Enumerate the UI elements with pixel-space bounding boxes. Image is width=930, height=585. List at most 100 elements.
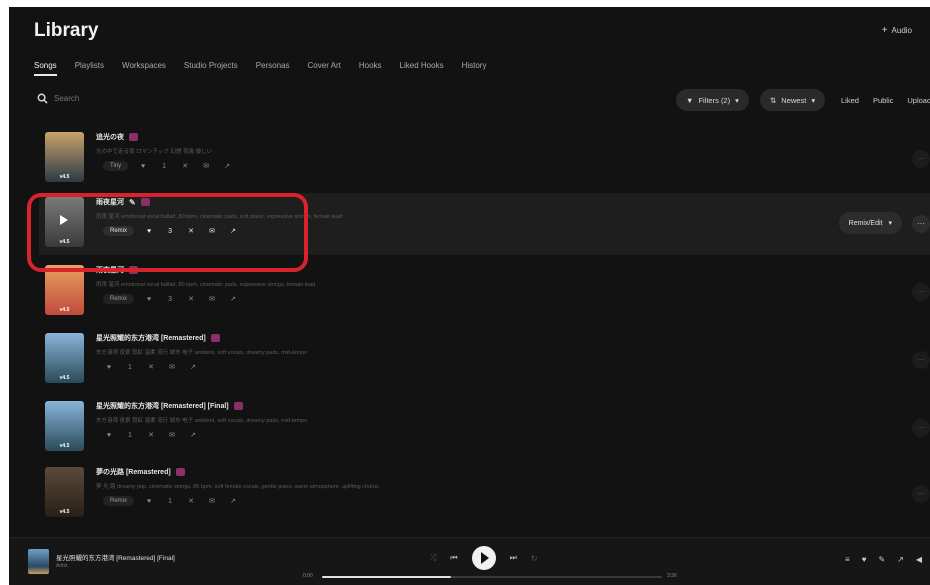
song-row[interactable]: v4.5 雨夜星河 ✎ 雨夜 星河 emotional vocal ballad… — [39, 193, 930, 255]
song-title[interactable]: 雨夜星河 — [96, 265, 138, 275]
more-options-icon[interactable]: ⋯ — [912, 215, 930, 233]
song-badge — [129, 266, 138, 274]
dislike-icon[interactable]: ✕ — [179, 161, 191, 171]
volume-icon[interactable]: ◀ — [916, 555, 922, 564]
remix-edit-button[interactable]: Remix/Edit ▾ — [838, 212, 902, 234]
version-label: v4.5 — [59, 443, 70, 449]
tab-playlists[interactable]: Playlists — [75, 59, 104, 76]
like-icon[interactable]: ♥ — [143, 496, 155, 506]
playback-controls: ⤮ ⏮ ⏭ ↻ — [430, 546, 538, 570]
dislike-icon[interactable]: ✕ — [185, 294, 197, 304]
remix-edit-label: Remix/Edit — [848, 219, 883, 227]
now-playing-artist[interactable]: Artist — [56, 563, 67, 569]
share-icon[interactable]: ↗ — [897, 555, 904, 564]
comment-icon[interactable]: ✉ — [166, 430, 178, 440]
comment-icon[interactable]: ✉ — [200, 161, 212, 171]
like-icon[interactable]: ♥ — [137, 161, 149, 171]
song-row[interactable]: v4.5 星光照耀的东方港湾 [Remastered] [Final] 东方港湾… — [39, 397, 930, 459]
like-icon[interactable]: ♥ — [143, 226, 155, 236]
song-title[interactable]: 追光の夜 — [96, 132, 138, 142]
song-cover[interactable]: v4.5 — [45, 197, 84, 247]
more-options-icon[interactable]: ⋯ — [912, 351, 930, 369]
more-options-icon[interactable]: ⋯ — [912, 283, 930, 301]
tab-workspaces[interactable]: Workspaces — [122, 59, 166, 76]
share-icon[interactable]: ↗ — [187, 430, 199, 440]
tab-songs[interactable]: Songs — [34, 59, 57, 76]
comment-icon[interactable]: ✉ — [206, 496, 218, 506]
song-row[interactable]: v4.5 雨夜星河 雨夜 星河 emotional vocal ballad, … — [39, 261, 930, 323]
like-icon[interactable]: ♥ — [103, 430, 115, 440]
comment-icon[interactable]: ✎ — [878, 555, 885, 564]
song-description: 东方港湾 夜景 霓虹 温柔 流行 城市 电子 ambient, soft voc… — [96, 418, 308, 424]
song-row[interactable]: v4.5 追光の夜 光の中で走る夜 ロマンチック 幻想 夜風 優しい Tiny … — [39, 128, 930, 190]
song-title[interactable]: 夢の光路 [Remastered] — [96, 467, 185, 477]
tab-personas[interactable]: Personas — [256, 59, 290, 76]
link-public[interactable]: Public — [873, 96, 893, 105]
song-title[interactable]: 星光照耀的东方港湾 [Remastered] [Final] — [96, 401, 243, 411]
share-icon[interactable]: ↗ — [227, 496, 239, 506]
remix-chip[interactable]: Remix — [103, 226, 135, 236]
comment-icon[interactable]: ✉ — [166, 362, 178, 372]
remix-chip[interactable]: Remix — [103, 496, 135, 506]
link-uploads[interactable]: Uploads — [907, 96, 930, 105]
song-cover[interactable]: v4.5 — [45, 265, 84, 315]
song-actions: Remix ♥ 3 ✕ ✉ ↗ — [103, 226, 239, 236]
share-icon[interactable]: ↗ — [221, 161, 233, 171]
previous-icon[interactable]: ⏮ — [450, 553, 457, 563]
comment-icon[interactable]: ✉ — [206, 226, 218, 236]
remix-chip[interactable]: Tiny — [103, 161, 129, 171]
version-label: v4.5 — [59, 239, 70, 245]
like-icon[interactable]: ♥ — [862, 555, 867, 564]
shuffle-icon[interactable]: ⤮ — [430, 553, 436, 563]
song-title[interactable]: 雨夜星河 ✎ — [96, 197, 150, 207]
plus-icon: + — [881, 25, 888, 36]
dislike-icon[interactable]: ✕ — [185, 496, 197, 506]
edit-icon[interactable]: ✎ — [129, 198, 136, 207]
song-row[interactable]: v4.5 星光照耀的东方港湾 [Remastered] 东方港湾 夜景 霓虹 温… — [39, 329, 930, 391]
tab-studio-projects[interactable]: Studio Projects — [184, 59, 238, 76]
share-icon[interactable]: ↗ — [187, 362, 199, 372]
queue-icon[interactable]: ≡ — [845, 555, 850, 564]
link-liked[interactable]: Liked — [841, 96, 859, 105]
share-icon[interactable]: ↗ — [227, 294, 239, 304]
tab-liked-hooks[interactable]: Liked Hooks — [400, 59, 444, 76]
search-input[interactable]: Search — [54, 94, 79, 103]
search-bar[interactable]: Search — [37, 93, 79, 104]
song-badge — [233, 402, 243, 410]
song-cover[interactable]: v4.5 — [45, 401, 84, 451]
dislike-icon[interactable]: ✕ — [145, 362, 157, 372]
now-playing-cover[interactable] — [28, 549, 49, 574]
like-count: 1 — [128, 431, 132, 439]
comment-icon[interactable]: ✉ — [206, 294, 218, 304]
like-icon[interactable]: ♥ — [103, 362, 115, 372]
more-options-icon[interactable]: ⋯ — [912, 419, 930, 437]
repeat-icon[interactable]: ↻ — [531, 554, 538, 563]
like-icon[interactable]: ♥ — [143, 294, 155, 304]
dislike-icon[interactable]: ✕ — [145, 430, 157, 440]
version-label: v4.5 — [59, 375, 70, 381]
song-title[interactable]: 星光照耀的东方港湾 [Remastered] — [96, 333, 220, 343]
filters-button[interactable]: ▼ Filters (2) ▾ — [676, 89, 749, 111]
tab-hooks[interactable]: Hooks — [359, 59, 382, 76]
share-icon[interactable]: ↗ — [227, 226, 239, 236]
song-description: 光の中で走る夜 ロマンチック 幻想 夜風 優しい — [96, 149, 213, 155]
more-options-icon[interactable]: ⋯ — [912, 485, 930, 503]
song-actions: Remix ♥ 1 ✕ ✉ ↗ — [103, 496, 239, 506]
remix-chip[interactable]: Remix — [103, 294, 135, 304]
more-options-icon[interactable]: ⋯ — [912, 150, 930, 168]
song-cover[interactable]: v4.5 — [45, 467, 84, 517]
sort-button[interactable]: ⇅ Newest ▾ — [760, 89, 826, 111]
add-audio-button[interactable]: + Audio — [882, 25, 912, 36]
dislike-icon[interactable]: ✕ — [185, 226, 197, 236]
next-icon[interactable]: ⏭ — [510, 553, 517, 563]
song-row[interactable]: v4.5 夢の光路 [Remastered] 夢 光 路 dreamy pop,… — [39, 463, 930, 525]
progress-bar[interactable] — [322, 576, 662, 578]
now-playing-title[interactable]: 星光照耀的东方港湾 [Remastered] [Final] — [56, 552, 175, 562]
song-cover[interactable]: v4.5 — [45, 333, 84, 383]
play-button[interactable] — [471, 546, 496, 570]
tab-history[interactable]: History — [462, 59, 487, 76]
song-badge — [140, 198, 150, 206]
play-icon[interactable] — [60, 215, 68, 225]
song-cover[interactable]: v4.5 — [45, 132, 84, 182]
tab-cover-art[interactable]: Cover Art — [308, 59, 341, 76]
